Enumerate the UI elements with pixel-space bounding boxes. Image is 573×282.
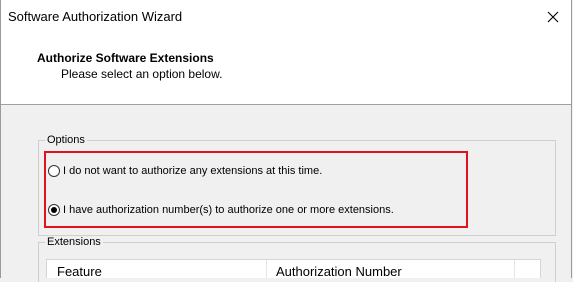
highlight-box xyxy=(44,151,468,228)
title-bar: Software Authorization Wizard xyxy=(1,0,571,34)
column-header-authorization-number[interactable]: Authorization Number xyxy=(276,264,402,279)
header-title: Authorize Software Extensions xyxy=(37,51,214,65)
column-separator[interactable] xyxy=(514,260,515,278)
extensions-table-header: Feature Authorization Number xyxy=(46,259,541,279)
options-legend: Options xyxy=(45,134,87,146)
close-icon xyxy=(547,11,559,23)
extensions-legend: Extensions xyxy=(45,236,103,248)
window-title: Software Authorization Wizard xyxy=(8,9,183,24)
wizard-window: Software Authorization Wizard Authorize … xyxy=(0,0,572,282)
column-header-feature[interactable]: Feature xyxy=(57,264,102,279)
wizard-header: Authorize Software Extensions Please sel… xyxy=(1,34,571,105)
close-button[interactable] xyxy=(535,0,571,34)
header-subtitle: Please select an option below. xyxy=(61,67,223,81)
column-separator[interactable] xyxy=(266,260,267,278)
